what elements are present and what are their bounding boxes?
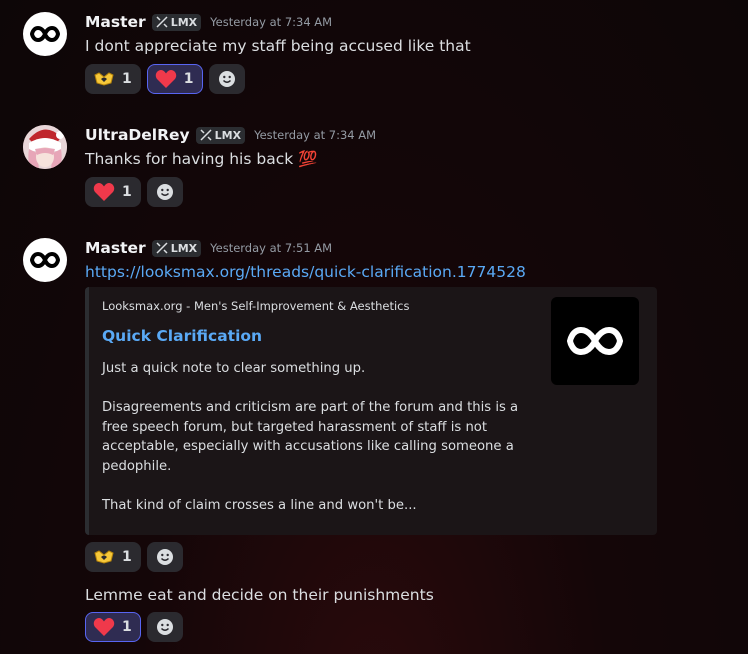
avatar-master[interactable] <box>23 238 67 282</box>
reaction-count: 1 <box>122 184 132 200</box>
guild-tag[interactable]: LMX <box>151 13 202 31</box>
embed-title[interactable]: Quick Clarification <box>102 327 262 345</box>
embed-thumbnail[interactable] <box>551 297 639 385</box>
username[interactable]: Master <box>85 13 146 31</box>
timestamp: Yesterday at 7:51 AM <box>210 241 333 255</box>
swords-icon <box>156 16 168 28</box>
looksmax-logo-icon <box>30 25 60 43</box>
add-reaction-button[interactable] <box>146 542 183 572</box>
add-reaction-button[interactable] <box>146 612 183 642</box>
heart-icon <box>93 618 115 636</box>
message-text: Lemme eat and decide on their punishment… <box>85 586 434 604</box>
message-header: UltraDelRey LMX Yesterday at 7:34 AM <box>85 126 376 144</box>
guild-tag-label: LMX <box>170 15 198 29</box>
reaction-bar: 1 1 <box>85 64 245 94</box>
reaction-bar: 1 <box>85 612 183 642</box>
reaction-heart[interactable]: 1 <box>146 64 203 94</box>
thread-link[interactable]: https://looksmax.org/threads/quick-clari… <box>85 263 526 281</box>
heart-icon <box>155 70 176 88</box>
message-text-body: Thanks for having his back <box>85 150 294 168</box>
message-text: I dont appreciate my staff being accused… <box>85 37 471 55</box>
anime-avatar-icon <box>23 125 67 169</box>
reaction-bar: 1 <box>85 177 183 207</box>
handheart-icon <box>94 550 114 564</box>
looksmax-logo-icon <box>566 326 624 356</box>
avatar-ultradelrey[interactable] <box>23 125 67 169</box>
reaction-count: 1 <box>122 549 132 565</box>
avatar-master[interactable] <box>23 12 67 56</box>
add-reaction-button[interactable] <box>208 64 245 94</box>
reaction-handheart[interactable]: 1 <box>85 542 141 572</box>
reaction-bar: 1 <box>85 542 183 572</box>
smiley-icon <box>156 549 173 565</box>
handheart-icon <box>94 72 114 86</box>
guild-tag[interactable]: LMX <box>195 126 246 144</box>
timestamp: Yesterday at 7:34 AM <box>210 15 333 29</box>
reaction-count: 1 <box>122 71 132 87</box>
reaction-count: 1 <box>183 71 194 87</box>
guild-tag-label: LMX <box>170 241 198 255</box>
smiley-icon <box>156 184 173 200</box>
guild-tag-label: LMX <box>214 128 242 142</box>
embed-provider[interactable]: Looksmax.org - Men's Self-Improvement & … <box>102 299 409 313</box>
timestamp: Yesterday at 7:34 AM <box>254 128 377 142</box>
swords-icon <box>200 129 212 141</box>
message-header: Master LMX Yesterday at 7:51 AM <box>85 239 332 257</box>
add-reaction-button[interactable] <box>146 177 183 207</box>
username[interactable]: Master <box>85 239 146 257</box>
guild-tag[interactable]: LMX <box>151 239 202 257</box>
reaction-count: 1 <box>122 619 132 635</box>
username[interactable]: UltraDelRey <box>85 126 190 144</box>
reaction-heart[interactable]: 1 <box>85 177 141 207</box>
heart-icon <box>93 183 115 201</box>
smiley-icon <box>218 71 235 87</box>
smiley-icon <box>156 619 173 635</box>
message-link-line: https://looksmax.org/threads/quick-clari… <box>85 263 526 281</box>
reaction-handheart[interactable]: 1 <box>85 64 141 94</box>
reaction-heart[interactable]: 1 <box>85 612 141 642</box>
hundred-points-emoji: 💯 <box>298 150 318 168</box>
looksmax-logo-icon <box>30 251 60 269</box>
link-embed: Looksmax.org - Men's Self-Improvement & … <box>85 287 657 535</box>
message-text: Thanks for having his back 💯 <box>85 150 317 168</box>
swords-icon <box>156 242 168 254</box>
message-header: Master LMX Yesterday at 7:34 AM <box>85 13 332 31</box>
embed-description: Just a quick note to clear something up.… <box>102 361 519 513</box>
